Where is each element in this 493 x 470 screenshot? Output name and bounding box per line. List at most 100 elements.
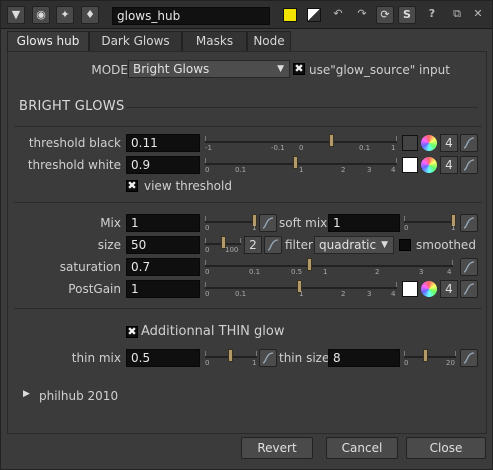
thin-mix-slider[interactable]: 0 1 bbox=[205, 349, 257, 367]
script-button[interactable]: S bbox=[398, 6, 416, 24]
threshold-black-input[interactable]: 0.11 bbox=[126, 134, 200, 152]
viewer-node-icon[interactable]: ◉ bbox=[32, 6, 50, 24]
mix-slider[interactable]: 0 1 bbox=[205, 214, 257, 232]
size-input[interactable]: 50 bbox=[126, 236, 200, 254]
slider-handle[interactable] bbox=[307, 258, 312, 271]
cancel-button[interactable]: Cancel bbox=[326, 437, 398, 459]
tick-label: 1 bbox=[252, 359, 257, 367]
channels-button[interactable]: 4 bbox=[440, 156, 458, 174]
thin-size-label: thin size bbox=[279, 351, 330, 365]
color-swatch-box[interactable] bbox=[402, 135, 418, 151]
slider-handle[interactable] bbox=[228, 349, 233, 362]
soft-mix-label: soft mix bbox=[279, 216, 328, 230]
channels-button[interactable]: 4 bbox=[440, 134, 458, 152]
tick-label: 0 bbox=[404, 224, 409, 232]
color-wheel-icon[interactable] bbox=[421, 135, 437, 151]
mix-input[interactable]: 1 bbox=[126, 214, 200, 232]
channels-button[interactable]: 4 bbox=[440, 280, 458, 298]
tick-label: 1 bbox=[323, 268, 328, 276]
tab-dark-glows[interactable]: Dark Glows bbox=[89, 31, 182, 51]
group-node-icon[interactable]: ♦ bbox=[81, 6, 99, 24]
tick-label: 1 bbox=[391, 144, 396, 152]
tick-label: 0.1 bbox=[249, 268, 261, 276]
close-button[interactable]: Close bbox=[406, 437, 486, 459]
tick-label: 0 bbox=[205, 246, 210, 254]
soft-mix-input[interactable]: 1 bbox=[328, 214, 400, 232]
tab-masks[interactable]: Masks bbox=[182, 31, 247, 51]
slider-handle[interactable] bbox=[423, 349, 428, 362]
node-color-swatch[interactable] bbox=[283, 8, 297, 22]
animation-curve-icon[interactable] bbox=[460, 214, 478, 232]
tick-label: 4 bbox=[391, 166, 396, 174]
tick-label: 3 bbox=[419, 268, 424, 276]
soft-mix-slider[interactable]: 0 1 bbox=[404, 214, 456, 232]
smoothed-checkbox[interactable] bbox=[399, 239, 411, 251]
color-swatch-box[interactable] bbox=[402, 281, 418, 297]
thin-glow-label: Additionnal THIN glow bbox=[141, 324, 285, 339]
tick-label: 2 bbox=[375, 268, 380, 276]
revert-knobs-icon[interactable]: ⟳ bbox=[376, 6, 394, 24]
float-window-icon[interactable]: ⧉ bbox=[448, 6, 466, 24]
view-threshold-checkbox[interactable]: ✖ bbox=[126, 180, 138, 192]
float-panel-icon[interactable]: ✦ bbox=[56, 6, 74, 24]
tick-label: 0 bbox=[205, 166, 210, 174]
tick-label: 20 bbox=[446, 359, 455, 367]
color-swatch-box[interactable] bbox=[402, 157, 418, 173]
use-glow-source-checkbox[interactable]: ✖ bbox=[293, 63, 305, 75]
expand-triangle-icon[interactable]: ▶ bbox=[23, 389, 30, 399]
collapse-icon[interactable]: ▼ bbox=[7, 6, 25, 24]
mode-dropdown[interactable]: Bright Glows ▼ bbox=[128, 60, 290, 78]
animation-curve-icon[interactable] bbox=[460, 134, 478, 152]
tick-label: 0 bbox=[205, 268, 210, 276]
thin-glow-checkbox[interactable]: ✖ bbox=[126, 326, 138, 338]
tick-label: 0.1 bbox=[359, 144, 371, 152]
thin-mix-label: thin mix bbox=[71, 351, 121, 365]
animation-curve-icon[interactable] bbox=[259, 349, 277, 367]
slider-track bbox=[205, 265, 453, 267]
size-channels-button[interactable]: 2 bbox=[244, 236, 262, 254]
threshold-white-input[interactable]: 0.9 bbox=[126, 156, 200, 174]
credit-label[interactable]: philhub 2010 bbox=[39, 389, 118, 403]
size-slider[interactable]: 0 100 bbox=[205, 236, 241, 254]
threshold-black-slider[interactable]: -1 -0.1 0 0.1 1 bbox=[205, 134, 397, 152]
tab-glows-hub[interactable]: Glows hub bbox=[7, 31, 89, 52]
animation-curve-icon[interactable] bbox=[264, 236, 282, 254]
animation-curve-icon[interactable] bbox=[259, 214, 277, 232]
slider-handle[interactable] bbox=[293, 156, 298, 169]
close-icon[interactable]: ✕ bbox=[469, 6, 487, 24]
tick-label: 0 bbox=[205, 359, 210, 367]
tick-label: 0 bbox=[205, 290, 210, 298]
slider-handle[interactable] bbox=[329, 134, 334, 147]
saturation-input[interactable]: 0.7 bbox=[126, 258, 200, 276]
thin-mix-input[interactable]: 0.5 bbox=[126, 349, 200, 367]
animation-curve-icon[interactable] bbox=[460, 280, 478, 298]
animation-curve-icon[interactable] bbox=[460, 349, 478, 367]
redo-icon[interactable]: ↷ bbox=[353, 6, 371, 24]
color-wheel-icon[interactable] bbox=[421, 281, 437, 297]
help-button[interactable]: ? bbox=[423, 6, 441, 24]
animation-curve-icon[interactable] bbox=[460, 156, 478, 174]
mode-value: Bright Glows bbox=[133, 62, 210, 76]
undo-icon[interactable]: ↶ bbox=[329, 6, 347, 24]
revert-button[interactable]: Revert bbox=[241, 437, 313, 459]
postgain-input[interactable]: 1 bbox=[126, 280, 200, 298]
postgain-label: PostGain bbox=[68, 282, 121, 296]
bright-glows-header: BRIGHT GLOWS bbox=[19, 99, 125, 114]
thin-size-slider[interactable]: 0 20 bbox=[404, 349, 456, 367]
mode-label: MODE bbox=[91, 63, 128, 77]
thin-size-input[interactable]: 8 bbox=[328, 349, 400, 367]
node-name-field[interactable]: glows_hub bbox=[112, 7, 270, 25]
tab-node[interactable]: Node bbox=[247, 31, 291, 51]
postgain-slider[interactable]: 0 0.1 1 2 3 4 bbox=[205, 280, 397, 298]
tick-label: 0 bbox=[299, 144, 304, 152]
animation-curve-icon[interactable] bbox=[460, 258, 478, 276]
tick-label: 3 bbox=[367, 290, 372, 298]
color-wheel-icon[interactable] bbox=[421, 157, 437, 173]
dropdown-arrow-icon: ▼ bbox=[277, 64, 284, 74]
filter-dropdown[interactable]: quadratic ▼ bbox=[314, 236, 394, 254]
slider-track bbox=[404, 221, 456, 223]
saturation-slider[interactable]: 0 0.1 0.5 1 2 3 4 bbox=[205, 258, 453, 276]
tile-color-swatch[interactable] bbox=[307, 8, 321, 22]
dropdown-arrow-icon: ▼ bbox=[381, 240, 388, 250]
threshold-white-slider[interactable]: 0 0.1 1 2 3 4 bbox=[205, 156, 397, 174]
